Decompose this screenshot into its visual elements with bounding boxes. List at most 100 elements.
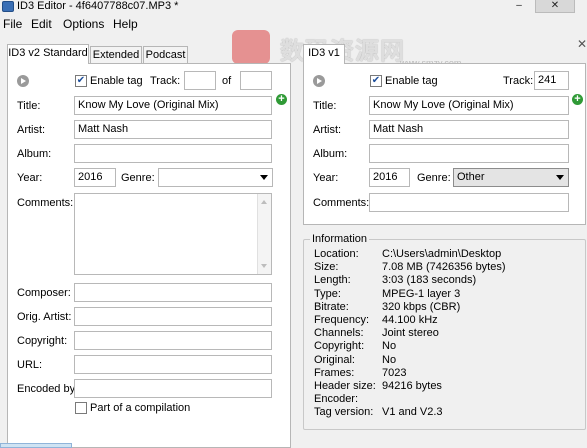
encoded-by-label: Encoded by: bbox=[17, 383, 79, 395]
close-panel-icon[interactable]: ✕ bbox=[577, 37, 587, 51]
watermark-logo bbox=[232, 30, 270, 64]
menu-help[interactable]: Help bbox=[113, 16, 138, 32]
menu-options[interactable]: Options bbox=[63, 16, 104, 32]
play-v1-icon[interactable] bbox=[313, 75, 325, 87]
info-value: 44.100 kHz bbox=[382, 314, 438, 326]
info-value: 3:03 (183 seconds) bbox=[382, 274, 477, 287]
track-of-label: of bbox=[222, 75, 232, 87]
orig-artist-input[interactable] bbox=[74, 307, 272, 326]
info-value: MPEG-1 layer 3 bbox=[382, 287, 461, 300]
info-key: Original: bbox=[314, 353, 355, 366]
add-v1-plus-icon[interactable]: + bbox=[572, 94, 583, 105]
close-button[interactable]: ✕ bbox=[535, 0, 575, 13]
menu-edit[interactable]: Edit bbox=[31, 16, 52, 32]
info-row: Header size: 94216 bytes bbox=[314, 380, 584, 393]
add-frame-plus-icon[interactable]: + bbox=[276, 94, 287, 105]
composer-label: Composer: bbox=[17, 287, 71, 299]
track-v1-label: Track: bbox=[503, 75, 534, 87]
artist-v2-label: Artist: bbox=[17, 124, 46, 136]
title-v2-input[interactable]: Know My Love (Original Mix) bbox=[74, 96, 272, 115]
enable-tag-v1-checkbox[interactable]: ✔ bbox=[370, 75, 382, 87]
tab-id3v1[interactable]: ID3 v1 bbox=[303, 44, 345, 64]
info-row: Tag version: V1 and V2.3 bbox=[314, 406, 584, 419]
info-row: Bitrate: 320 kbps (CBR) bbox=[314, 301, 584, 314]
chevron-down-v1-icon bbox=[556, 175, 564, 180]
info-row: Size: 7.08 MB (7426356 bytes) bbox=[314, 261, 584, 274]
info-value: No bbox=[382, 340, 397, 353]
info-key: Frequency: bbox=[314, 314, 370, 326]
genre-v1-value: Other bbox=[457, 171, 485, 183]
tab-extended[interactable]: Extended bbox=[90, 46, 142, 64]
info-row: Location: C:\Users\admin\Desktop bbox=[314, 248, 584, 261]
play-icon[interactable] bbox=[17, 75, 29, 87]
info-value: 320 kbps (CBR) bbox=[382, 300, 461, 313]
genre-v1-select[interactable]: Other bbox=[453, 168, 569, 187]
info-key: Size: bbox=[314, 261, 339, 274]
info-key: Length: bbox=[314, 274, 351, 287]
info-key: Channels: bbox=[314, 327, 364, 340]
info-key: Frames: bbox=[314, 366, 355, 379]
year-v1-input[interactable]: 2016 bbox=[369, 168, 410, 187]
year-v2-input[interactable]: 2016 bbox=[74, 168, 116, 187]
info-key: Type: bbox=[314, 287, 341, 300]
compilation-label: Part of a compilation bbox=[90, 402, 191, 414]
title-v2-label: Title: bbox=[17, 100, 41, 112]
info-value: 7.08 MB (7426356 bytes) bbox=[382, 261, 506, 274]
genre-v2-label: Genre: bbox=[121, 172, 155, 184]
orig-artist-label: Orig. Artist: bbox=[17, 311, 72, 323]
info-value: No bbox=[382, 353, 397, 366]
track-total-input[interactable] bbox=[240, 71, 272, 90]
info-row: Length: 3:03 (183 seconds) bbox=[314, 274, 584, 287]
album-v1-input[interactable] bbox=[369, 144, 569, 163]
bottom-button[interactable] bbox=[0, 443, 72, 448]
track-v2-input[interactable] bbox=[184, 71, 216, 90]
info-key: Header size: bbox=[314, 380, 376, 392]
scroll-up-icon[interactable] bbox=[261, 200, 267, 204]
url-label: URL: bbox=[17, 359, 43, 371]
year-v1-label: Year: bbox=[313, 172, 339, 184]
comments-v2-label: Comments: bbox=[17, 197, 74, 209]
info-key: Encoder: bbox=[314, 393, 359, 406]
info-key: Bitrate: bbox=[314, 300, 349, 313]
url-input[interactable] bbox=[74, 355, 272, 374]
album-v2-label: Album: bbox=[17, 148, 52, 160]
artist-v1-input[interactable]: Matt Nash bbox=[369, 120, 569, 139]
track-v1-input[interactable]: 241 bbox=[534, 71, 569, 90]
information-header: Information bbox=[310, 232, 370, 246]
tab-id3v2-standard[interactable]: ID3 v2 Standard bbox=[7, 44, 89, 64]
enable-tag-v2-label: Enable tag bbox=[90, 75, 143, 87]
album-v2-input[interactable] bbox=[74, 144, 272, 163]
scroll-down-icon[interactable] bbox=[261, 264, 267, 268]
info-key: Location: bbox=[314, 248, 359, 260]
app-icon bbox=[2, 1, 14, 12]
comments-v1-label: Comments: bbox=[313, 197, 370, 209]
chevron-down-icon bbox=[260, 175, 268, 180]
copyright-input[interactable] bbox=[74, 331, 272, 350]
info-row: Channels: Joint stereo bbox=[314, 327, 584, 340]
title-v1-input[interactable]: Know My Love (Original Mix) bbox=[369, 96, 569, 115]
comments-v2-textarea[interactable] bbox=[74, 193, 272, 275]
encoded-by-input[interactable] bbox=[74, 379, 272, 398]
year-v2-label: Year: bbox=[17, 172, 43, 184]
tab-podcast[interactable]: Podcast bbox=[143, 46, 188, 64]
composer-input[interactable] bbox=[74, 283, 272, 302]
info-value: C:\Users\admin\Desktop bbox=[382, 248, 502, 260]
compilation-checkbox[interactable] bbox=[75, 402, 87, 414]
info-row: Type: MPEG-1 layer 3 bbox=[314, 288, 584, 301]
genre-v2-select[interactable] bbox=[158, 168, 273, 187]
album-v1-label: Album: bbox=[313, 148, 348, 160]
comments-scrollbar[interactable] bbox=[257, 194, 271, 274]
info-key: Tag version: bbox=[314, 406, 374, 419]
enable-tag-v2-checkbox[interactable]: ✔ bbox=[75, 75, 87, 87]
minimize-button[interactable]: – bbox=[508, 0, 530, 13]
artist-v2-input[interactable]: Matt Nash bbox=[74, 120, 272, 139]
copyright-label: Copyright: bbox=[17, 335, 68, 347]
info-key: Copyright: bbox=[314, 340, 365, 353]
info-row: Frequency: 44.100 kHz bbox=[314, 314, 584, 327]
menu-file[interactable]: File bbox=[3, 16, 22, 32]
info-value: 94216 bytes bbox=[382, 380, 442, 392]
info-row: Encoder: bbox=[314, 393, 584, 406]
comments-v1-input[interactable] bbox=[369, 193, 569, 212]
artist-v1-label: Artist: bbox=[313, 124, 342, 136]
title-v1-label: Title: bbox=[313, 100, 337, 112]
